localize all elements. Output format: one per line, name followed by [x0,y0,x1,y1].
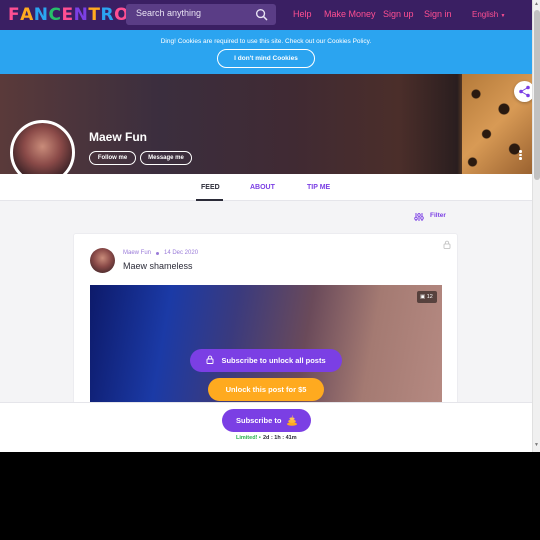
logo-letter: C [48,5,62,25]
filter-icon[interactable] [414,212,424,222]
logo-letter: R [100,5,115,25]
lock-icon [443,240,451,249]
scroll-up-arrow-icon[interactable]: ▲ [534,1,539,7]
active-tab-indicator [196,199,223,201]
page-scrollbar[interactable]: ▲ ▼ [532,0,540,452]
nav-help-link[interactable]: Help [293,9,312,19]
language-selector[interactable]: English ▼ [472,10,505,19]
nav-sign-in-link[interactable]: Sign in [424,9,452,19]
scroll-down-arrow-icon[interactable]: ▼ [534,442,539,448]
subscribe-unlock-all-label: Subscribe to unlock all posts [221,356,326,365]
nav-make-money-link[interactable]: Make Money [324,9,376,19]
profile-tabs: FEED ABOUT TIP ME [0,174,532,201]
logo-letter: N [33,5,49,25]
limited-offer-label: Limited! • [236,435,261,441]
message-button[interactable]: Message me [140,151,192,165]
fancentro-logo[interactable]: FANCENTRO [8,5,129,25]
offer-countdown: 2d : 1h : 41m [263,435,297,441]
search-input[interactable]: Search anything [136,8,201,18]
post-title: Maew shameless [123,261,193,271]
follow-button[interactable]: Follow me [89,151,136,165]
cookie-message: Ding! Cookies are required to use this s… [160,38,372,45]
lock-icon [206,355,214,364]
separator-dot [156,252,159,255]
poop-emoji-icon [287,415,297,426]
accept-cookies-button[interactable]: I don't mind Cookies [217,49,315,68]
unlock-post-button[interactable]: Unlock this post for $5 [208,378,324,401]
logo-letter: A [20,5,34,25]
search-bar[interactable]: Search anything [126,4,276,25]
tab-about[interactable]: ABOUT [250,184,275,191]
media-count: 12 [426,294,433,300]
top-navbar: FANCENTRO Search anything Help Make Mone… [0,0,532,30]
logo-letter: E [61,5,74,25]
profile-name: Maew Fun [89,130,148,144]
nav-sign-up-link[interactable]: Sign up [383,9,414,19]
empty-area [0,452,540,540]
gallery-icon: ▣ [420,294,426,300]
profile-cover-image [0,74,532,174]
post-author-name[interactable]: Maew Fun [123,250,151,256]
scrollbar-thumb[interactable] [534,10,540,180]
search-icon[interactable] [255,8,268,21]
logo-letter: N [73,5,89,25]
logo-letter: T [88,5,101,25]
tab-feed[interactable]: FEED [201,184,220,191]
subscribe-label: Subscribe to [236,416,282,425]
cookie-banner: Ding! Cookies are required to use this s… [0,30,532,74]
subscribe-unlock-all-button[interactable]: Subscribe to unlock all posts [190,349,342,372]
logo-letter: F [8,5,21,25]
chevron-down-icon: ▼ [500,13,506,19]
post-date: 14 Dec 2020 [164,250,199,256]
media-count-badge: ▣ 12 [417,291,437,303]
more-options-icon[interactable] [519,150,523,162]
post-author-avatar[interactable] [90,248,115,273]
filter-button[interactable]: Filter [430,212,446,219]
page-viewport: FANCENTRO Search anything Help Make Mone… [0,0,540,452]
tab-tip-me[interactable]: TIP ME [307,184,330,191]
language-label: English [472,10,499,19]
